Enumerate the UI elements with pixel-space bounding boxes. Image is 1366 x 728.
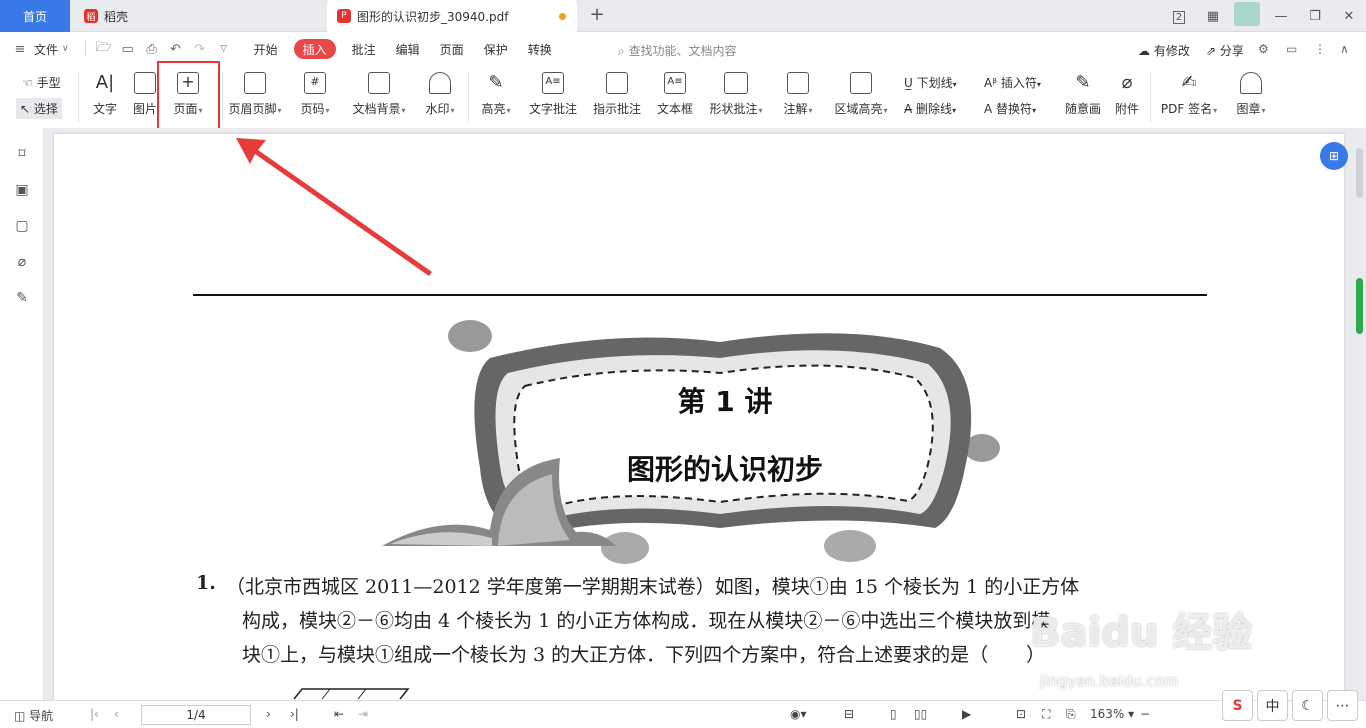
actual-size-icon[interactable]: ⊡ [1016,707,1026,721]
fit-width-icon[interactable]: ⊟ [844,707,854,721]
zoom-select[interactable]: 163% ▾ [1090,707,1134,721]
question-line-2: 构成，模块②－⑥均由 4 个棱长为 1 的小正方体构成．现在从模块②－⑥中选出三… [242,610,1051,632]
ime-toolbar: S 中 ☾ ⋯ [1222,690,1360,726]
question-number: 1. [196,572,216,594]
scroll-track-marker [1356,148,1363,198]
sogou-icon[interactable]: S [1222,690,1253,721]
moon-icon[interactable]: ☾ [1292,690,1323,721]
prev-page-icon[interactable]: ‹ [114,707,119,721]
navigation-toggle[interactable]: ◫ 导航 [14,707,53,724]
double-page-icon[interactable]: ▯▯ [914,707,927,721]
question-line-1: （北京市西城区 2011—2012 学年度第一学期期末试卷）如图，模块①由 15… [226,576,1080,598]
question-line-3: 块①上，与模块①组成一个棱长为 3 的大正方体．下列四个方案中，符合上述要求的是… [242,644,1046,666]
float-tool-button[interactable]: ⊞ [1320,142,1348,170]
last-page-icon[interactable]: ›| [290,707,299,721]
page-number-input[interactable]: 1/4 [141,705,251,725]
ime-language[interactable]: 中 [1257,690,1288,721]
fit-page-icon[interactable]: ⛶ [1042,707,1050,722]
single-page-icon[interactable]: ▯ [890,707,897,721]
lecture-subtitle: 图形的认识初步 [626,453,823,486]
navigation-label: 导航 [29,709,54,723]
rotate-icon[interactable]: ⎘ [1066,707,1076,722]
scroll-thumb[interactable] [1356,278,1363,334]
header-rule [193,294,1207,296]
panel-icon: ◫ [14,709,26,723]
vertical-scrollbar[interactable] [1354,140,1364,700]
ime-more-icon[interactable]: ⋯ [1327,690,1358,721]
baidu-watermark-url: jingyan.baidu.com [1040,672,1179,690]
zoom-level: 163% [1090,707,1125,721]
back-icon[interactable]: ⇤ [334,707,344,721]
lecture-banner-illustration [382,320,1000,564]
zoom-out-icon[interactable]: − [1140,707,1150,721]
lecture-title: 第 1 讲 [677,385,773,418]
cube-figure-top [293,688,410,700]
forward-icon[interactable]: ⇥ [358,707,368,721]
play-icon[interactable]: ▶ [962,707,971,721]
next-page-icon[interactable]: › [266,707,271,721]
eye-icon[interactable]: ◉▾ [790,707,807,721]
baidu-watermark: Baidu 经验 [1030,610,1253,656]
first-page-icon[interactable]: |‹ [90,707,99,721]
status-bar: ◫ 导航 |‹ ‹ 1/4 › ›| ⇤ ⇥ ◉▾ ⊟ ▯ ▯▯ ▶ ⊡ ⛶ ⎘… [0,700,1366,728]
